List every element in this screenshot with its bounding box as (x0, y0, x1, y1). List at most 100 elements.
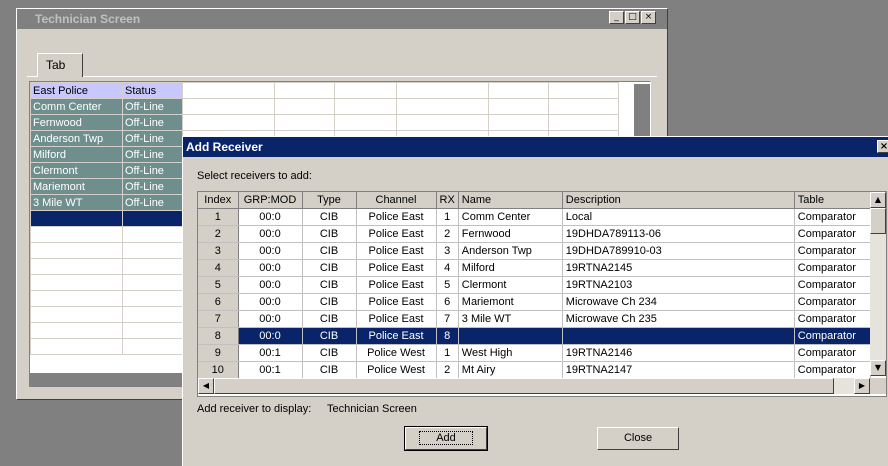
cell-description: Local (562, 208, 795, 226)
column-header-table[interactable]: Table (794, 192, 871, 209)
receiver-row[interactable]: 1 00:0 CIB Police East 1 Comm Center Local Comp… (198, 208, 871, 226)
add-to-display-label: Add receiver to display: (197, 403, 312, 415)
list-horizontal-scrollbar[interactable]: ◀ ▶ (198, 378, 870, 394)
grid-site-name[interactable]: Clermont (30, 162, 123, 179)
column-header-description[interactable]: Description (562, 192, 795, 209)
grid-empty-cell (396, 114, 489, 131)
grid-empty-cell (548, 114, 619, 131)
cell-table: Comparator (794, 259, 871, 277)
grid-empty-cell (122, 290, 183, 307)
grid-empty-cell (182, 82, 275, 99)
dialog-titlebar[interactable]: Add Receiver × (183, 137, 888, 157)
cell-description: 19RTNA2147 (562, 361, 795, 379)
receiver-list[interactable]: Index GRP:MOD Type Channel RX Name Description… (197, 191, 887, 397)
select-receivers-prompt: Select receivers to add: (197, 170, 312, 182)
scroll-down-icon[interactable]: ▼ (870, 360, 886, 376)
horizontal-scroll-thumb[interactable] (214, 378, 834, 394)
cell-channel: Police East (356, 310, 437, 328)
grid-empty-cell (122, 258, 183, 275)
cell-grpmod: 00:0 (238, 276, 303, 294)
scrollbar-corner (870, 378, 886, 394)
grid-empty-cell (122, 322, 183, 339)
technician-window-title: Technician Screen (35, 12, 141, 26)
grid-header-status: Status (122, 82, 183, 99)
scroll-left-icon[interactable]: ◀ (198, 378, 214, 394)
receiver-row[interactable]: 5 00:0 CIB Police East 5 Clermont 19RTNA2103 Co… (198, 276, 871, 294)
column-header-grpmod[interactable]: GRP:MOD (238, 192, 303, 209)
column-header-name[interactable]: Name (458, 192, 563, 209)
cell-grpmod: 00:0 (238, 259, 303, 277)
cell-channel: Police East (356, 259, 437, 277)
grid-empty-cell (30, 242, 123, 259)
cell-grpmod: 00:1 (238, 361, 303, 379)
receiver-row[interactable]: 6 00:0 CIB Police East 6 Mariemont Microwave C… (198, 293, 871, 311)
grid-empty-cell (334, 114, 397, 131)
column-header-rx[interactable]: RX (436, 192, 459, 209)
grid-site-status: Off-Line (122, 194, 183, 211)
cell-type: CIB (302, 259, 357, 277)
cell-description: Microwave Ch 234 (562, 293, 795, 311)
cell-channel: Police West (356, 344, 437, 362)
grid-site-name[interactable]: 3 Mile WT (30, 194, 123, 211)
cell-name: Comm Center (458, 208, 563, 226)
cell-description: 19RTNA2146 (562, 344, 795, 362)
grid-header-row: East Police Status (30, 82, 619, 99)
grid-empty-cell (334, 98, 397, 115)
technician-titlebar[interactable]: Technician Screen _ □ × (17, 9, 667, 29)
cell-description: 19DHDA789113-06 (562, 225, 795, 243)
grid-site-name[interactable]: Anderson Twp (30, 130, 123, 147)
minimize-button[interactable]: _ (609, 11, 624, 24)
scroll-right-icon[interactable]: ▶ (854, 378, 870, 394)
list-vertical-scrollbar[interactable]: ▲ ▼ (870, 192, 886, 376)
grid-row[interactable]: Comm Center Off-Line (30, 98, 619, 115)
cell-rx: 2 (436, 361, 459, 379)
receiver-row[interactable]: 2 00:0 CIB Police East 2 Fernwood 19DHDA789113… (198, 225, 871, 243)
column-header-channel[interactable]: Channel (356, 192, 437, 209)
tab-main[interactable]: Tab (37, 53, 83, 77)
scroll-up-icon[interactable]: ▲ (870, 192, 886, 208)
grid-site-name[interactable]: Comm Center (30, 98, 123, 115)
grid-site-status: Off-Line (122, 130, 183, 147)
receiver-row[interactable]: 7 00:0 CIB Police East 7 3 Mile WT Microwave C… (198, 310, 871, 328)
grid-empty-cell (122, 242, 183, 259)
grid-empty-cell (122, 338, 183, 355)
grid-site-status: Off-Line (122, 178, 183, 195)
cell-index: 6 (198, 293, 239, 311)
cell-type: CIB (302, 293, 357, 311)
grid-row[interactable]: Fernwood Off-Line (30, 114, 619, 131)
receiver-row[interactable]: 3 00:0 CIB Police East 3 Anderson Twp 19DHDA78… (198, 242, 871, 260)
cell-description: 19DHDA789910-03 (562, 242, 795, 260)
cell-description: 19RTNA2103 (562, 276, 795, 294)
grid-empty-cell (30, 210, 123, 227)
cell-rx: 3 (436, 242, 459, 260)
cell-rx: 6 (436, 293, 459, 311)
close-button[interactable]: × (641, 11, 656, 24)
close-dialog-button[interactable]: Close (597, 427, 679, 450)
add-button-label: Add (419, 431, 473, 445)
maximize-button[interactable]: □ (625, 11, 640, 24)
column-header-index[interactable]: Index (198, 192, 239, 209)
column-header-type[interactable]: Type (302, 192, 357, 209)
cell-type: CIB (302, 361, 357, 379)
cell-channel: Police East (356, 293, 437, 311)
add-button[interactable]: Add (404, 426, 488, 451)
receiver-row[interactable]: 8 00:0 CIB Police East 8 Comparator (198, 327, 871, 345)
cell-table: Comparator (794, 344, 871, 362)
receiver-row[interactable]: 10 00:1 CIB Police West 2 Mt Airy 19RTNA2147 Co… (198, 361, 871, 379)
tab-divider (27, 76, 657, 77)
cell-index: 3 (198, 242, 239, 260)
grid-site-name[interactable]: Fernwood (30, 114, 123, 131)
cell-rx: 1 (436, 208, 459, 226)
vertical-scroll-thumb[interactable] (870, 208, 886, 234)
receiver-row[interactable]: 4 00:0 CIB Police East 4 Milford 19RTNA2145 Com… (198, 259, 871, 277)
cell-rx: 4 (436, 259, 459, 277)
receiver-row[interactable]: 9 00:1 CIB Police West 1 West High 19RTNA2146 C… (198, 344, 871, 362)
grid-empty-cell (122, 306, 183, 323)
grid-empty-cell (274, 114, 335, 131)
grid-empty-cell (548, 98, 619, 115)
cell-channel: Police East (356, 327, 437, 345)
cell-index: 2 (198, 225, 239, 243)
grid-site-name[interactable]: Milford (30, 146, 123, 163)
dialog-close-icon[interactable]: × (877, 140, 888, 153)
grid-site-name[interactable]: Mariemont (30, 178, 123, 195)
